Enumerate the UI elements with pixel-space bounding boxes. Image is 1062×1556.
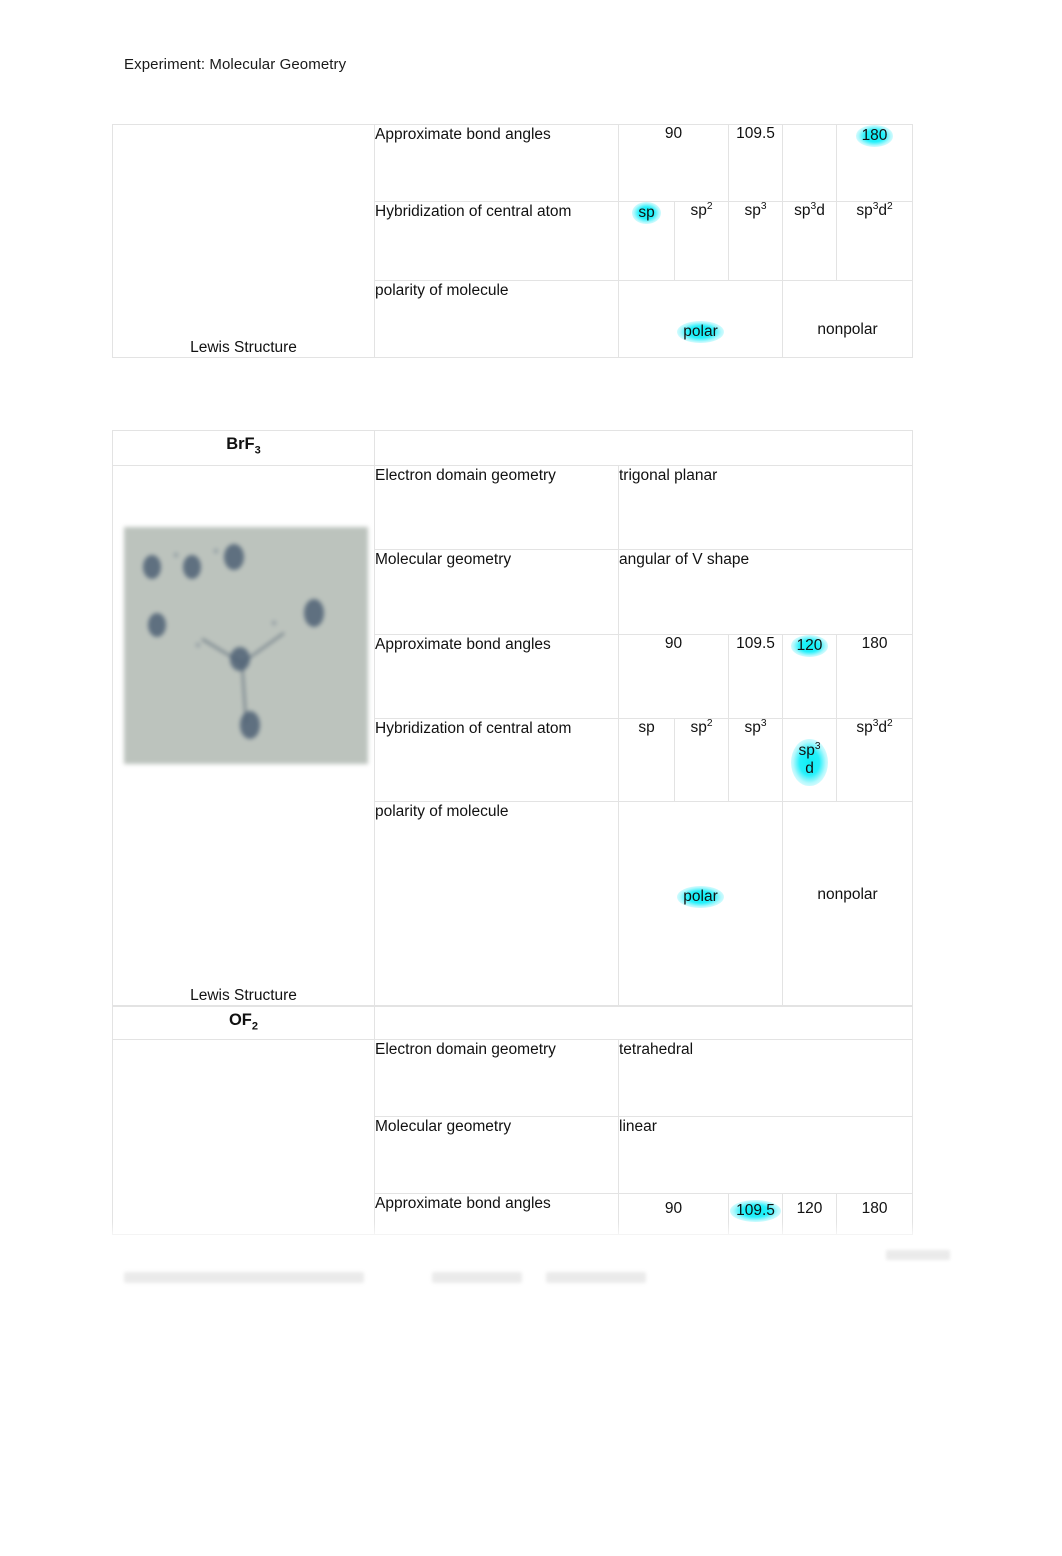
option-angle-180-selected[interactable]: 180 (836, 124, 913, 202)
option-hyb-sp3d[interactable]: sp3d (782, 200, 837, 281)
option-label: nonpolar (817, 321, 878, 338)
option-angle-90[interactable]: 90 (618, 633, 729, 720)
formula-cell-of2: OF2 (112, 1006, 375, 1040)
value-electron-domain-geometry[interactable]: tetrahedral (617, 1039, 914, 1117)
option-label: sp2 (690, 200, 713, 219)
option-angle-90[interactable]: 90 (618, 1193, 729, 1235)
option-polarity-polar-selected[interactable]: polar (618, 800, 783, 1007)
row-label-bond-angles: Approximate bond angles (374, 633, 619, 720)
table-row: OF2 (112, 1006, 914, 1040)
value-molecular-geometry[interactable]: angular of V shape (617, 549, 914, 635)
lewis-structure-scan-image (124, 527, 368, 764)
row-label-molecular-geometry: Molecular geometry (374, 1116, 619, 1194)
option-angle-109-5-selected[interactable]: 109.5 (728, 1193, 783, 1235)
option-angle-120[interactable]: 120 (782, 1193, 837, 1235)
option-label: sp3 (744, 200, 767, 219)
molecule-formula: BrF3 (113, 431, 374, 457)
option-label-highlighted: 120 (790, 634, 829, 657)
option-label: 180 (861, 634, 888, 652)
option-hyb-sp2[interactable]: sp2 (674, 718, 729, 802)
option-label: 90 (664, 125, 683, 142)
option-label-highlighted: sp3 d (791, 739, 828, 787)
option-label: 180 (861, 1200, 888, 1217)
lewis-structure-cell-of2 (112, 1039, 375, 1235)
option-label-highlighted: polar (677, 885, 724, 908)
option-hyb-sp3d2[interactable]: sp3d2 (835, 718, 914, 802)
option-label: sp3 (744, 718, 767, 737)
option-label: sp (638, 719, 655, 737)
option-label: 109.5 (736, 125, 775, 142)
row-label-bond-angles: Approximate bond angles (374, 1193, 619, 1235)
row-label-bond-angles: Approximate bond angles (374, 124, 619, 202)
value-electron-domain-geometry[interactable]: trigonal planar (617, 464, 914, 551)
option-hyb-sp3d-selected[interactable]: sp3 d (782, 718, 837, 802)
option-hyb-sp3[interactable]: sp3 (728, 200, 783, 281)
option-label-highlighted: 180 (855, 125, 894, 147)
row-label-polarity: polarity of molecule (374, 800, 619, 1007)
option-polarity-polar-selected[interactable]: polar (618, 280, 783, 358)
table-section-of2: OF2 Electron domain geometry tetrahedral… (112, 1006, 914, 1235)
option-label: 109.5 (736, 634, 775, 652)
option-label: sp3d2 (856, 200, 893, 219)
option-label: sp3d (794, 200, 825, 219)
table-row: Electron domain geometry tetrahedral (112, 1039, 914, 1235)
option-label: 120 (796, 1200, 823, 1217)
option-angle-90[interactable]: 90 (618, 124, 729, 202)
document-page: Experiment: Molecular Geometry Lewis Str… (0, 0, 1062, 1556)
row-label-molecular-geometry: Molecular geometry (374, 549, 619, 635)
option-angle-120-blank[interactable] (782, 124, 837, 202)
row-label-polarity: polarity of molecule (374, 280, 619, 358)
option-angle-109-5[interactable]: 109.5 (728, 124, 783, 202)
option-label: nonpolar (817, 885, 878, 903)
row-label-electron-domain-geometry: Electron domain geometry (374, 464, 619, 551)
page-number-illegible (886, 1248, 950, 1263)
option-angle-180[interactable]: 180 (835, 1193, 914, 1235)
document-header: Experiment: Molecular Geometry (124, 56, 347, 73)
formula-subscript: 3 (254, 444, 261, 457)
option-angle-109-5[interactable]: 109.5 (728, 633, 783, 720)
lewis-structure-caption: Lewis Structure (190, 987, 297, 1004)
option-hyb-sp[interactable]: sp (618, 718, 675, 802)
option-angle-120-selected[interactable]: 120 (782, 633, 837, 720)
option-polarity-nonpolar[interactable]: nonpolar (781, 800, 914, 1007)
formula-base: OF (228, 1011, 252, 1029)
lewis-structure-caption: Lewis Structure (190, 339, 297, 356)
option-hyb-sp-selected[interactable]: sp (618, 201, 675, 281)
formula-cell-brf3: BrF3 (112, 430, 375, 466)
option-angle-180[interactable]: 180 (835, 633, 914, 720)
page-footer-illegible (124, 1270, 944, 1296)
option-hyb-sp3d2[interactable]: sp3d2 (836, 200, 913, 281)
option-hyb-sp3[interactable]: sp3 (728, 718, 783, 802)
formula-row-spacer (373, 430, 914, 466)
formula-base: BrF (226, 435, 255, 453)
table-row: BrF3 (112, 430, 914, 466)
option-label: sp3d2 (856, 718, 893, 737)
option-hyb-sp2[interactable]: sp2 (674, 200, 729, 281)
option-label-highlighted: sp (632, 202, 661, 224)
table-section-top-partial: Lewis Structure Approximate bond angles … (112, 124, 913, 358)
formula-subscript: 2 (251, 1020, 259, 1033)
option-label: 90 (664, 634, 683, 652)
value-molecular-geometry[interactable]: linear (617, 1116, 914, 1194)
formula-row-spacer (373, 1006, 914, 1040)
row-label-hybridization: Hybridization of central atom (374, 718, 619, 802)
option-label: sp2 (690, 718, 713, 737)
lewis-structure-cell-top: Lewis Structure (112, 124, 375, 358)
molecule-formula: OF2 (113, 1007, 374, 1033)
option-label-highlighted: 109.5 (730, 1200, 781, 1222)
row-label-electron-domain-geometry: Electron domain geometry (374, 1039, 619, 1117)
table-row: Lewis Structure Approximate bond angles … (112, 124, 913, 358)
option-label: 90 (664, 1200, 683, 1217)
option-polarity-nonpolar[interactable]: nonpolar (782, 280, 913, 358)
option-label-highlighted: polar (677, 321, 724, 343)
row-label-hybridization: Hybridization of central atom (374, 201, 619, 281)
